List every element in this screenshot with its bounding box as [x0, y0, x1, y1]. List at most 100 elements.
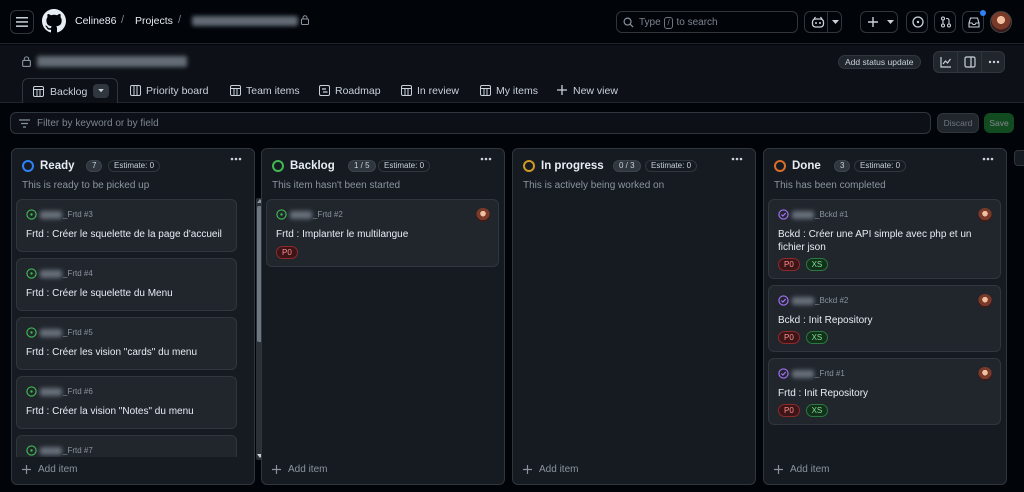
card-item[interactable]: _Frtd #5 Frtd : Créer les vision "cards"…	[16, 317, 237, 370]
tab-in-review[interactable]: In review	[401, 78, 463, 103]
tab-new-view[interactable]: New view	[557, 78, 621, 103]
more-options-button[interactable]	[982, 52, 1006, 72]
menu-button[interactable]	[10, 10, 34, 34]
card-title[interactable]: Frtd : Créer le squelette du Menu	[26, 287, 231, 300]
assignee-avatar[interactable]	[978, 367, 992, 381]
breadcrumb-owner[interactable]: Celine86	[75, 15, 116, 27]
add-item-button[interactable]: Add item	[272, 464, 352, 476]
project-name-redacted[interactable]	[192, 16, 298, 26]
size-label[interactable]: XS	[805, 404, 829, 417]
card-item[interactable]: _Frtd #2 Frtd : Implanter le multilangue…	[266, 199, 499, 267]
tab-roadmap[interactable]: Roadmap	[319, 78, 383, 103]
insights-button[interactable]	[934, 52, 958, 72]
column-menu-icon[interactable]	[982, 157, 994, 161]
size-label[interactable]: XS	[805, 331, 829, 344]
add-item-button[interactable]: Add item	[774, 464, 854, 476]
card-reference[interactable]: _Frtd #7	[63, 446, 93, 455]
card-reference[interactable]: _Frtd #5	[63, 328, 93, 337]
card-reference[interactable]: _Frtd #4	[63, 269, 93, 278]
issue-closed-icon	[778, 295, 789, 306]
tab-my-items[interactable]: My items	[480, 78, 542, 103]
save-button[interactable]: Save	[984, 113, 1014, 133]
card-title[interactable]: Frtd : Init Repository	[778, 387, 983, 400]
card-title[interactable]: Frtd : Créer les vision "cards" du menu	[26, 346, 231, 359]
filter-placeholder: Filter by keyword or by field	[37, 118, 159, 129]
tab-priority-board[interactable]: Priority board	[130, 78, 212, 103]
card-reference[interactable]: _Bckd #1	[815, 210, 848, 219]
column-menu-icon[interactable]	[731, 157, 743, 161]
card-reference[interactable]: _Frtd #1	[815, 369, 845, 378]
view-tabs: Backlog Priority board Team items Roadma…	[0, 78, 1024, 103]
issues-button[interactable]	[906, 11, 928, 33]
column-header: Done 3 Estimate: 0	[774, 159, 998, 173]
column-count: 3	[834, 160, 851, 172]
column-estimate: Estimate: 0	[108, 160, 161, 172]
column-estimate: Estimate: 0	[645, 160, 698, 172]
issue-closed-icon	[778, 209, 789, 220]
issue-open-icon	[276, 209, 287, 220]
column-menu-icon[interactable]	[480, 157, 492, 161]
search-input[interactable]: Type / to search	[616, 11, 798, 33]
create-new-button[interactable]	[860, 11, 898, 33]
add-column-button[interactable]	[1014, 150, 1024, 166]
column-menu-icon[interactable]	[230, 157, 242, 161]
discard-button[interactable]: Discard	[937, 113, 979, 133]
card-title[interactable]: Bckd : Créer une API simple avec php et …	[778, 228, 983, 254]
kebab-horizontal-icon	[988, 60, 1000, 64]
repo-name-redacted	[40, 270, 62, 278]
user-avatar[interactable]	[990, 11, 1012, 33]
card-title[interactable]: Bckd : Init Repository	[778, 314, 983, 327]
priority-label[interactable]: P0	[778, 331, 800, 344]
card-reference[interactable]: _Frtd #3	[63, 210, 93, 219]
filter-icon	[19, 119, 30, 128]
card-title[interactable]: Frtd : Créer le squelette de la page d'a…	[26, 228, 231, 241]
priority-label[interactable]: P0	[778, 404, 800, 417]
breadcrumb-projects[interactable]: Projects	[135, 15, 173, 27]
card-title[interactable]: Frtd : Créer la vision "Notes" du menu	[26, 405, 231, 418]
column-title: Backlog	[290, 160, 335, 172]
tab-backlog[interactable]: Backlog	[22, 78, 118, 103]
priority-label[interactable]: P0	[778, 258, 800, 271]
chevron-down-icon	[832, 20, 839, 24]
card-reference[interactable]: _Bckd #2	[815, 296, 848, 305]
column-in-progress: In progress 0 / 3 Estimate: 0 This is ac…	[512, 148, 756, 485]
tab-options-button[interactable]	[93, 84, 109, 98]
filter-input[interactable]: Filter by keyword or by field	[10, 112, 931, 134]
card-reference[interactable]: _Frtd #6	[63, 387, 93, 396]
pull-request-icon	[940, 16, 952, 28]
pull-requests-button[interactable]	[934, 11, 956, 33]
card-item[interactable]: _Frtd #6 Frtd : Créer la vision "Notes" …	[16, 376, 237, 429]
priority-label[interactable]: P0	[276, 246, 298, 259]
column-title: In progress	[541, 160, 604, 172]
project-title-redacted[interactable]	[37, 56, 187, 67]
inbox-icon	[968, 17, 980, 28]
column-header: Backlog 1 / 5 Estimate: 0	[272, 159, 496, 173]
plus-icon	[523, 465, 532, 474]
github-logo-icon[interactable]	[42, 9, 66, 33]
add-item-button[interactable]: Add item	[523, 464, 603, 476]
card-item[interactable]: _Frtd #3 Frtd : Créer le squelette de la…	[16, 199, 237, 252]
card-item[interactable]: _Frtd #1 Frtd : Init Repository P0 XS	[768, 358, 1001, 425]
copilot-button[interactable]	[804, 11, 842, 33]
card-item[interactable]: _Bckd #1 Bckd : Créer une API simple ave…	[768, 199, 1001, 279]
assignee-avatar[interactable]	[978, 208, 992, 222]
card-reference[interactable]: _Frtd #2	[313, 210, 343, 219]
card-item[interactable]: _Bckd #2 Bckd : Init Repository P0 XS	[768, 285, 1001, 352]
assignee-avatar[interactable]	[476, 208, 490, 222]
tab-team-items[interactable]: Team items	[230, 78, 300, 103]
issue-open-icon	[26, 209, 37, 220]
issue-opened-icon	[912, 16, 924, 28]
assignee-avatar[interactable]	[978, 294, 992, 308]
graph-icon	[940, 57, 951, 68]
card-item[interactable]: _Frtd #7	[16, 435, 237, 457]
add-status-update-button[interactable]: Add status update	[838, 55, 921, 69]
size-label[interactable]: XS	[805, 258, 829, 271]
column-title: Done	[792, 160, 821, 172]
card-labels: P0 XS	[778, 258, 831, 271]
add-item-button[interactable]: Add item	[22, 464, 102, 476]
card-item[interactable]: _Frtd #4 Frtd : Créer le squelette du Me…	[16, 258, 237, 311]
board-icon	[130, 85, 141, 96]
table-icon	[401, 85, 412, 96]
side-panel-button[interactable]	[958, 52, 982, 72]
card-title[interactable]: Frtd : Implanter le multilangue	[276, 228, 481, 241]
